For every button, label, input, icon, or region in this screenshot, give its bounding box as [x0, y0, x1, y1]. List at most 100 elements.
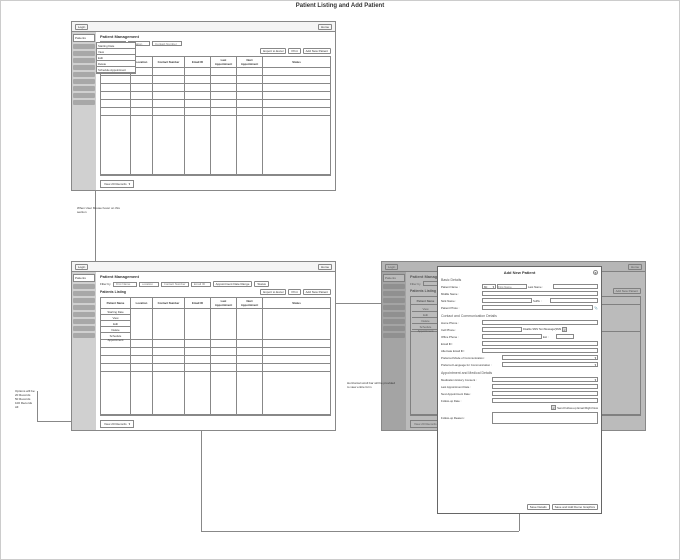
- pref-mode-select[interactable]: ▾: [502, 355, 598, 360]
- add-patient-button[interactable]: Add New Patient: [303, 48, 331, 54]
- nick-name-input[interactable]: [482, 298, 532, 303]
- first-name-input[interactable]: [497, 284, 527, 289]
- connector: [336, 303, 381, 304]
- records-dropdown[interactable]: View 20 Records▾: [100, 180, 134, 188]
- save-button[interactable]: Save Details: [527, 504, 550, 510]
- col-last-appt[interactable]: Last Appointment: [211, 57, 237, 67]
- home-button[interactable]: Home: [318, 24, 332, 30]
- followup-input[interactable]: [492, 398, 598, 403]
- col-email[interactable]: Email ID: [185, 57, 211, 67]
- sidebar-item[interactable]: [73, 319, 95, 324]
- close-icon[interactable]: ✕: [593, 270, 598, 275]
- records-dropdown[interactable]: View 20 Records▾: [100, 420, 134, 428]
- middle-name-input[interactable]: [482, 291, 598, 296]
- login-button[interactable]: Login: [75, 24, 88, 30]
- disable-sms-checkbox[interactable]: ✓: [562, 327, 567, 332]
- print-button[interactable]: Print: [288, 48, 300, 54]
- suffix-input[interactable]: [550, 298, 598, 303]
- sidebar-item[interactable]: [73, 79, 95, 84]
- label-office-phone: Office Phone :: [441, 335, 481, 339]
- sidebar-item[interactable]: [73, 58, 95, 63]
- sidebar-item[interactable]: [73, 305, 95, 310]
- sidebar: Patients: [72, 32, 96, 190]
- sidebar-item[interactable]: [73, 298, 95, 303]
- email-input[interactable]: [191, 282, 211, 287]
- table-row[interactable]: [101, 356, 330, 364]
- med-hist-select[interactable]: ▾: [492, 377, 598, 382]
- sidebar-item[interactable]: [73, 333, 95, 338]
- col-location[interactable]: Location: [131, 298, 153, 308]
- sidebar-item[interactable]: [73, 51, 95, 56]
- title-select[interactable]: Mr.▾: [482, 284, 496, 289]
- first-name-input[interactable]: [113, 282, 137, 287]
- fu-reason-input[interactable]: [492, 412, 598, 424]
- sidebar-item[interactable]: [73, 65, 95, 70]
- add-patient-button[interactable]: Add New Patient: [303, 289, 331, 295]
- home-phone-input[interactable]: [482, 320, 598, 325]
- table-row[interactable]: [101, 372, 330, 415]
- contact-input[interactable]: [161, 282, 189, 287]
- last-appt-input[interactable]: [492, 384, 598, 389]
- sidebar-item[interactable]: [73, 291, 95, 296]
- login-button[interactable]: Login: [75, 264, 88, 270]
- pref-lang-select[interactable]: ▾: [502, 362, 598, 367]
- sidebar-item[interactable]: [73, 100, 95, 105]
- send-followup-checkbox[interactable]: ✓: [551, 405, 556, 410]
- ext-input[interactable]: [556, 334, 574, 339]
- export-button[interactable]: Export to Excel: [260, 48, 286, 54]
- table-row[interactable]: [101, 116, 330, 175]
- table-row[interactable]: [101, 348, 330, 356]
- label-suffix: Suffix :: [533, 299, 549, 303]
- sidebar-item[interactable]: [73, 44, 95, 49]
- section-basic: Basic Details: [441, 278, 598, 282]
- col-last-appt[interactable]: Last Appointment: [211, 298, 237, 308]
- annotation-hover: When User Mouse hover on this section: [77, 206, 127, 214]
- label-pref-mode: Preferred Mode of Communication :: [441, 356, 501, 360]
- table-row[interactable]: [101, 340, 330, 348]
- email-input[interactable]: [482, 341, 598, 346]
- sidebar-item[interactable]: [73, 312, 95, 317]
- photo-input[interactable]: [482, 305, 593, 310]
- print-button[interactable]: Print: [288, 289, 300, 295]
- office-phone-input[interactable]: [482, 334, 542, 339]
- table-row[interactable]: [101, 108, 330, 116]
- last-name-input[interactable]: [553, 284, 598, 289]
- status-button[interactable]: Status: [254, 281, 269, 287]
- col-status[interactable]: Status: [263, 298, 330, 308]
- table-row[interactable]: [101, 84, 330, 92]
- export-button[interactable]: Export to Excel: [260, 289, 286, 295]
- sidebar-item[interactable]: [73, 93, 95, 98]
- table-row[interactable]: [101, 364, 330, 372]
- col-email[interactable]: Email ID: [185, 298, 211, 308]
- sidebar-item[interactable]: [73, 284, 95, 289]
- sidebar-item-patients[interactable]: Patients: [73, 34, 95, 42]
- appt-range-button[interactable]: Appointment Date Range: [213, 281, 253, 287]
- menu-schedule[interactable]: Schedule Appointment: [101, 333, 130, 339]
- sidebar-item-patients[interactable]: Patients: [73, 274, 95, 282]
- upload-icon[interactable]: 📎: [594, 306, 598, 310]
- save-demo-button[interactable]: Save and Add Demo Graphics: [552, 504, 598, 510]
- sidebar-item[interactable]: [73, 86, 95, 91]
- sidebar-item[interactable]: [73, 326, 95, 331]
- chevron-down-icon: ▾: [129, 422, 131, 426]
- next-appt-input[interactable]: [492, 391, 598, 396]
- col-status[interactable]: Status: [263, 57, 330, 67]
- sidebar-item[interactable]: [73, 72, 95, 77]
- location-input[interactable]: [139, 282, 159, 287]
- table-row[interactable]: [101, 100, 330, 108]
- home-button[interactable]: Home: [318, 264, 332, 270]
- col-next-appt[interactable]: Next Appointment: [237, 57, 263, 67]
- col-contact[interactable]: Contact Number: [153, 57, 185, 67]
- table-row[interactable]: Starting Date View Edit Delete Schedule …: [101, 309, 330, 340]
- contact-input[interactable]: [152, 41, 182, 46]
- sidebar: Patients: [72, 272, 96, 430]
- modal-title: Add New Patient✕: [441, 270, 598, 275]
- table-row[interactable]: [101, 92, 330, 100]
- alt-email-input[interactable]: [482, 348, 598, 353]
- col-contact[interactable]: Contact Number: [153, 298, 185, 308]
- col-name[interactable]: Patient Name: [101, 298, 131, 308]
- table-row[interactable]: [101, 76, 330, 84]
- cell-phone-input[interactable]: [482, 327, 522, 332]
- col-next-appt[interactable]: Next Appointment: [237, 298, 263, 308]
- menu-item[interactable]: Schedule Appointment: [97, 67, 135, 73]
